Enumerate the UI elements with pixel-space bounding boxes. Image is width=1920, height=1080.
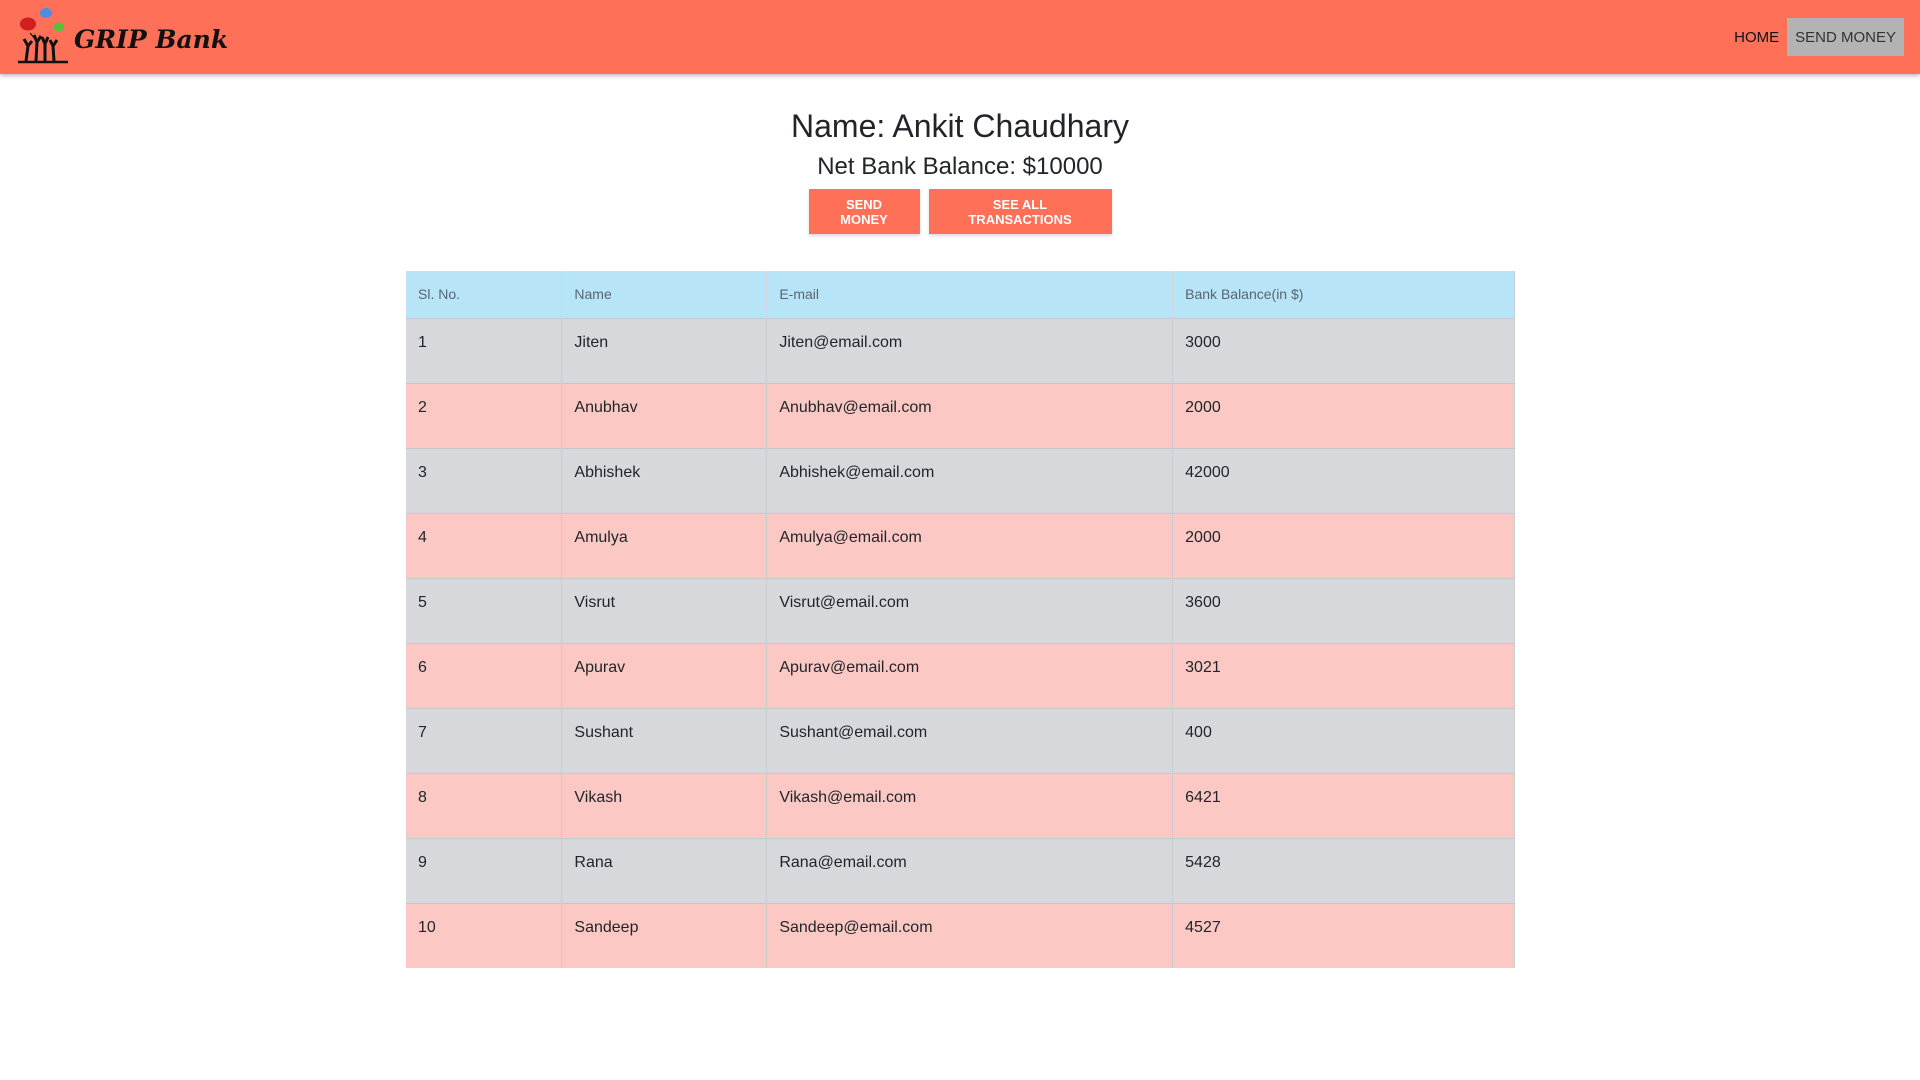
send-money-button[interactable]: SEND MONEY	[808, 189, 920, 234]
cell-name: Visrut	[561, 577, 768, 643]
cell-sl-no: 10	[406, 902, 563, 968]
cell-name: Sushant	[561, 707, 768, 773]
cell-balance: 5428	[1172, 837, 1515, 903]
brand-name: GRIP Bank	[74, 24, 229, 54]
cell-email: Sushant@email.com	[766, 707, 1174, 773]
cell-balance: 2000	[1172, 512, 1515, 578]
cell-name: Vikash	[561, 772, 768, 838]
cell-sl-no: 6	[406, 642, 563, 708]
cell-balance: 400	[1172, 707, 1515, 773]
cell-sl-no: 7	[406, 707, 563, 773]
customer-name: Name: Ankit Chaudhary	[791, 108, 1129, 144]
cell-sl-no: 4	[406, 512, 563, 578]
customers-table: Sl. No. Name E-mail Bank Balance(in $) 1…	[406, 271, 1515, 968]
cell-email: Visrut@email.com	[766, 577, 1174, 643]
table-row[interactable]: 3 Abhishek Abhishek@email.com 42000	[406, 447, 1515, 513]
cell-email: Sandeep@email.com	[766, 902, 1174, 968]
nav-home-link[interactable]: HOME	[1726, 18, 1787, 56]
cell-balance: 4527	[1172, 902, 1515, 968]
cell-balance: 42000	[1172, 447, 1515, 513]
cell-sl-no: 1	[406, 317, 563, 383]
table-row[interactable]: 2 Anubhav Anubhav@email.com 2000	[406, 382, 1515, 448]
header-balance: Bank Balance(in $)	[1172, 271, 1515, 318]
cell-name: Anubhav	[561, 382, 768, 448]
table-row[interactable]: 10 Sandeep Sandeep@email.com 4527	[406, 902, 1515, 968]
nav-send-money-link[interactable]: SEND MONEY	[1787, 18, 1904, 56]
table-row[interactable]: 8 Vikash Vikash@email.com 6421	[406, 772, 1515, 838]
table-row[interactable]: 7 Sushant Sushant@email.com 400	[406, 707, 1515, 773]
cell-balance: 3600	[1172, 577, 1515, 643]
cell-sl-no: 9	[406, 837, 563, 903]
cell-email: Amulya@email.com	[766, 512, 1174, 578]
cell-name: Amulya	[561, 512, 768, 578]
customer-summary: Name: Ankit Chaudhary Net Bank Balance: …	[0, 104, 1920, 184]
bank-logo-icon	[18, 8, 68, 64]
cell-email: Abhishek@email.com	[766, 447, 1174, 513]
cell-sl-no: 5	[406, 577, 563, 643]
cell-balance: 6421	[1172, 772, 1515, 838]
table-header-row: Sl. No. Name E-mail Bank Balance(in $)	[406, 271, 1515, 318]
cell-email: Rana@email.com	[766, 837, 1174, 903]
see-all-transactions-button[interactable]: SEE ALL TRANSACTIONS	[928, 189, 1112, 234]
brand-link[interactable]: GRIP Bank	[14, 0, 228, 74]
table-row[interactable]: 4 Amulya Amulya@email.com 2000	[406, 512, 1515, 578]
top-navbar: GRIP Bank HOME SEND MONEY	[0, 0, 1920, 74]
cell-balance: 2000	[1172, 382, 1515, 448]
cell-name: Jiten	[561, 317, 768, 383]
table-header: Sl. No. Name E-mail Bank Balance(in $)	[406, 271, 1515, 318]
cell-email: Apurav@email.com	[766, 642, 1174, 708]
table-row[interactable]: 5 Visrut Visrut@email.com 3600	[406, 577, 1515, 643]
customer-balance: Net Bank Balance: $10000	[817, 153, 1103, 180]
cell-sl-no: 8	[406, 772, 563, 838]
cell-name: Sandeep	[561, 902, 768, 968]
cell-name: Rana	[561, 837, 768, 903]
header-name: Name	[561, 271, 768, 318]
action-buttons: SEND MONEY SEE ALL TRANSACTIONS	[0, 189, 1920, 234]
header-sl-no: Sl. No.	[406, 271, 563, 318]
table-row[interactable]: 9 Rana Rana@email.com 5428	[406, 837, 1515, 903]
cell-name: Abhishek	[561, 447, 768, 513]
cell-balance: 3000	[1172, 317, 1515, 383]
cell-balance: 3021	[1172, 642, 1515, 708]
cell-sl-no: 3	[406, 447, 563, 513]
table-row[interactable]: 1 Jiten Jiten@email.com 3000	[406, 317, 1515, 383]
cell-sl-no: 2	[406, 382, 563, 448]
table-row[interactable]: 6 Apurav Apurav@email.com 3021	[406, 642, 1515, 708]
customers-table-container: Sl. No. Name E-mail Bank Balance(in $) 1…	[406, 271, 1515, 968]
cell-email: Jiten@email.com	[766, 317, 1174, 383]
header-email: E-mail	[766, 271, 1174, 318]
table-body: 1 Jiten Jiten@email.com 3000 2 Anubhav A…	[406, 317, 1515, 968]
nav-links: HOME SEND MONEY	[1726, 0, 1904, 74]
cell-email: Anubhav@email.com	[766, 382, 1174, 448]
cell-email: Vikash@email.com	[766, 772, 1174, 838]
cell-name: Apurav	[561, 642, 768, 708]
